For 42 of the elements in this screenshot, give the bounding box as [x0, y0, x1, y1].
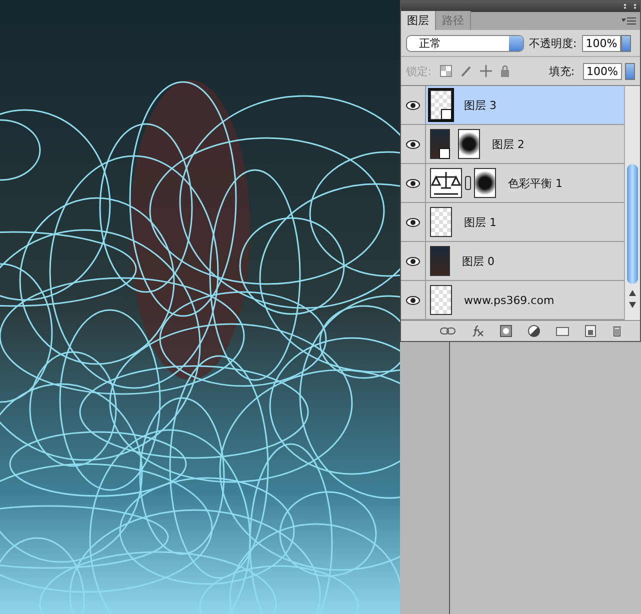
- layer-row[interactable]: 图层 2: [401, 125, 624, 164]
- scroll-up-icon[interactable]: [629, 290, 636, 296]
- layer-name: 图层 0: [462, 254, 494, 268]
- layer-name: 色彩平衡 1: [508, 176, 562, 190]
- folder-icon[interactable]: [556, 326, 568, 336]
- stepper-icon: [509, 36, 523, 50]
- move-icon[interactable]: [480, 65, 492, 77]
- layer-name: 图层 3: [464, 98, 496, 112]
- eye-icon[interactable]: [406, 296, 420, 304]
- mask-icon[interactable]: [500, 325, 512, 337]
- panel-tab[interactable]: 图层: [401, 11, 436, 30]
- collapse-icon[interactable]: [624, 4, 636, 9]
- opacity-label: 不透明度:: [529, 36, 577, 50]
- link-icon[interactable]: [465, 176, 471, 190]
- brush-icon[interactable]: [460, 65, 472, 77]
- new-layer-icon[interactable]: [584, 325, 596, 337]
- opacity-field[interactable]: 100%: [582, 34, 622, 52]
- blend-mode-dropdown[interactable]: 正常: [406, 34, 524, 52]
- layer-row[interactable]: 图层 0: [401, 242, 624, 281]
- layer-name: 图层 2: [492, 136, 524, 152]
- eye-icon[interactable]: [406, 178, 420, 188]
- scrollbar[interactable]: [624, 86, 640, 320]
- lock-label: 锁定:: [406, 64, 432, 78]
- layer-row[interactable]: 色彩平衡 1: [401, 164, 624, 203]
- layer-name: www.ps369.com: [464, 294, 554, 306]
- lock-transparency-icon[interactable]: [440, 65, 452, 77]
- adjustment-layer-icon[interactable]: [528, 325, 540, 337]
- fill-field[interactable]: 100%: [582, 62, 622, 80]
- menu-icon[interactable]: [622, 16, 636, 26]
- fill-label: 填充:: [548, 64, 575, 78]
- layer-row[interactable]: 图层 3: [401, 86, 624, 125]
- link-layers-icon[interactable]: [440, 327, 456, 335]
- layer-style-icon[interactable]: [472, 325, 484, 337]
- layer-row[interactable]: 图层 1: [401, 203, 624, 242]
- layer-row[interactable]: www.ps369.com: [401, 281, 624, 320]
- scroll-down-icon[interactable]: [629, 302, 636, 308]
- eye-icon[interactable]: [406, 256, 420, 266]
- eye-icon[interactable]: [406, 100, 420, 110]
- eye-icon[interactable]: [406, 218, 420, 226]
- eye-icon[interactable]: [406, 140, 420, 148]
- trash-icon[interactable]: [612, 325, 622, 337]
- layer-name: 图层 1: [464, 214, 496, 230]
